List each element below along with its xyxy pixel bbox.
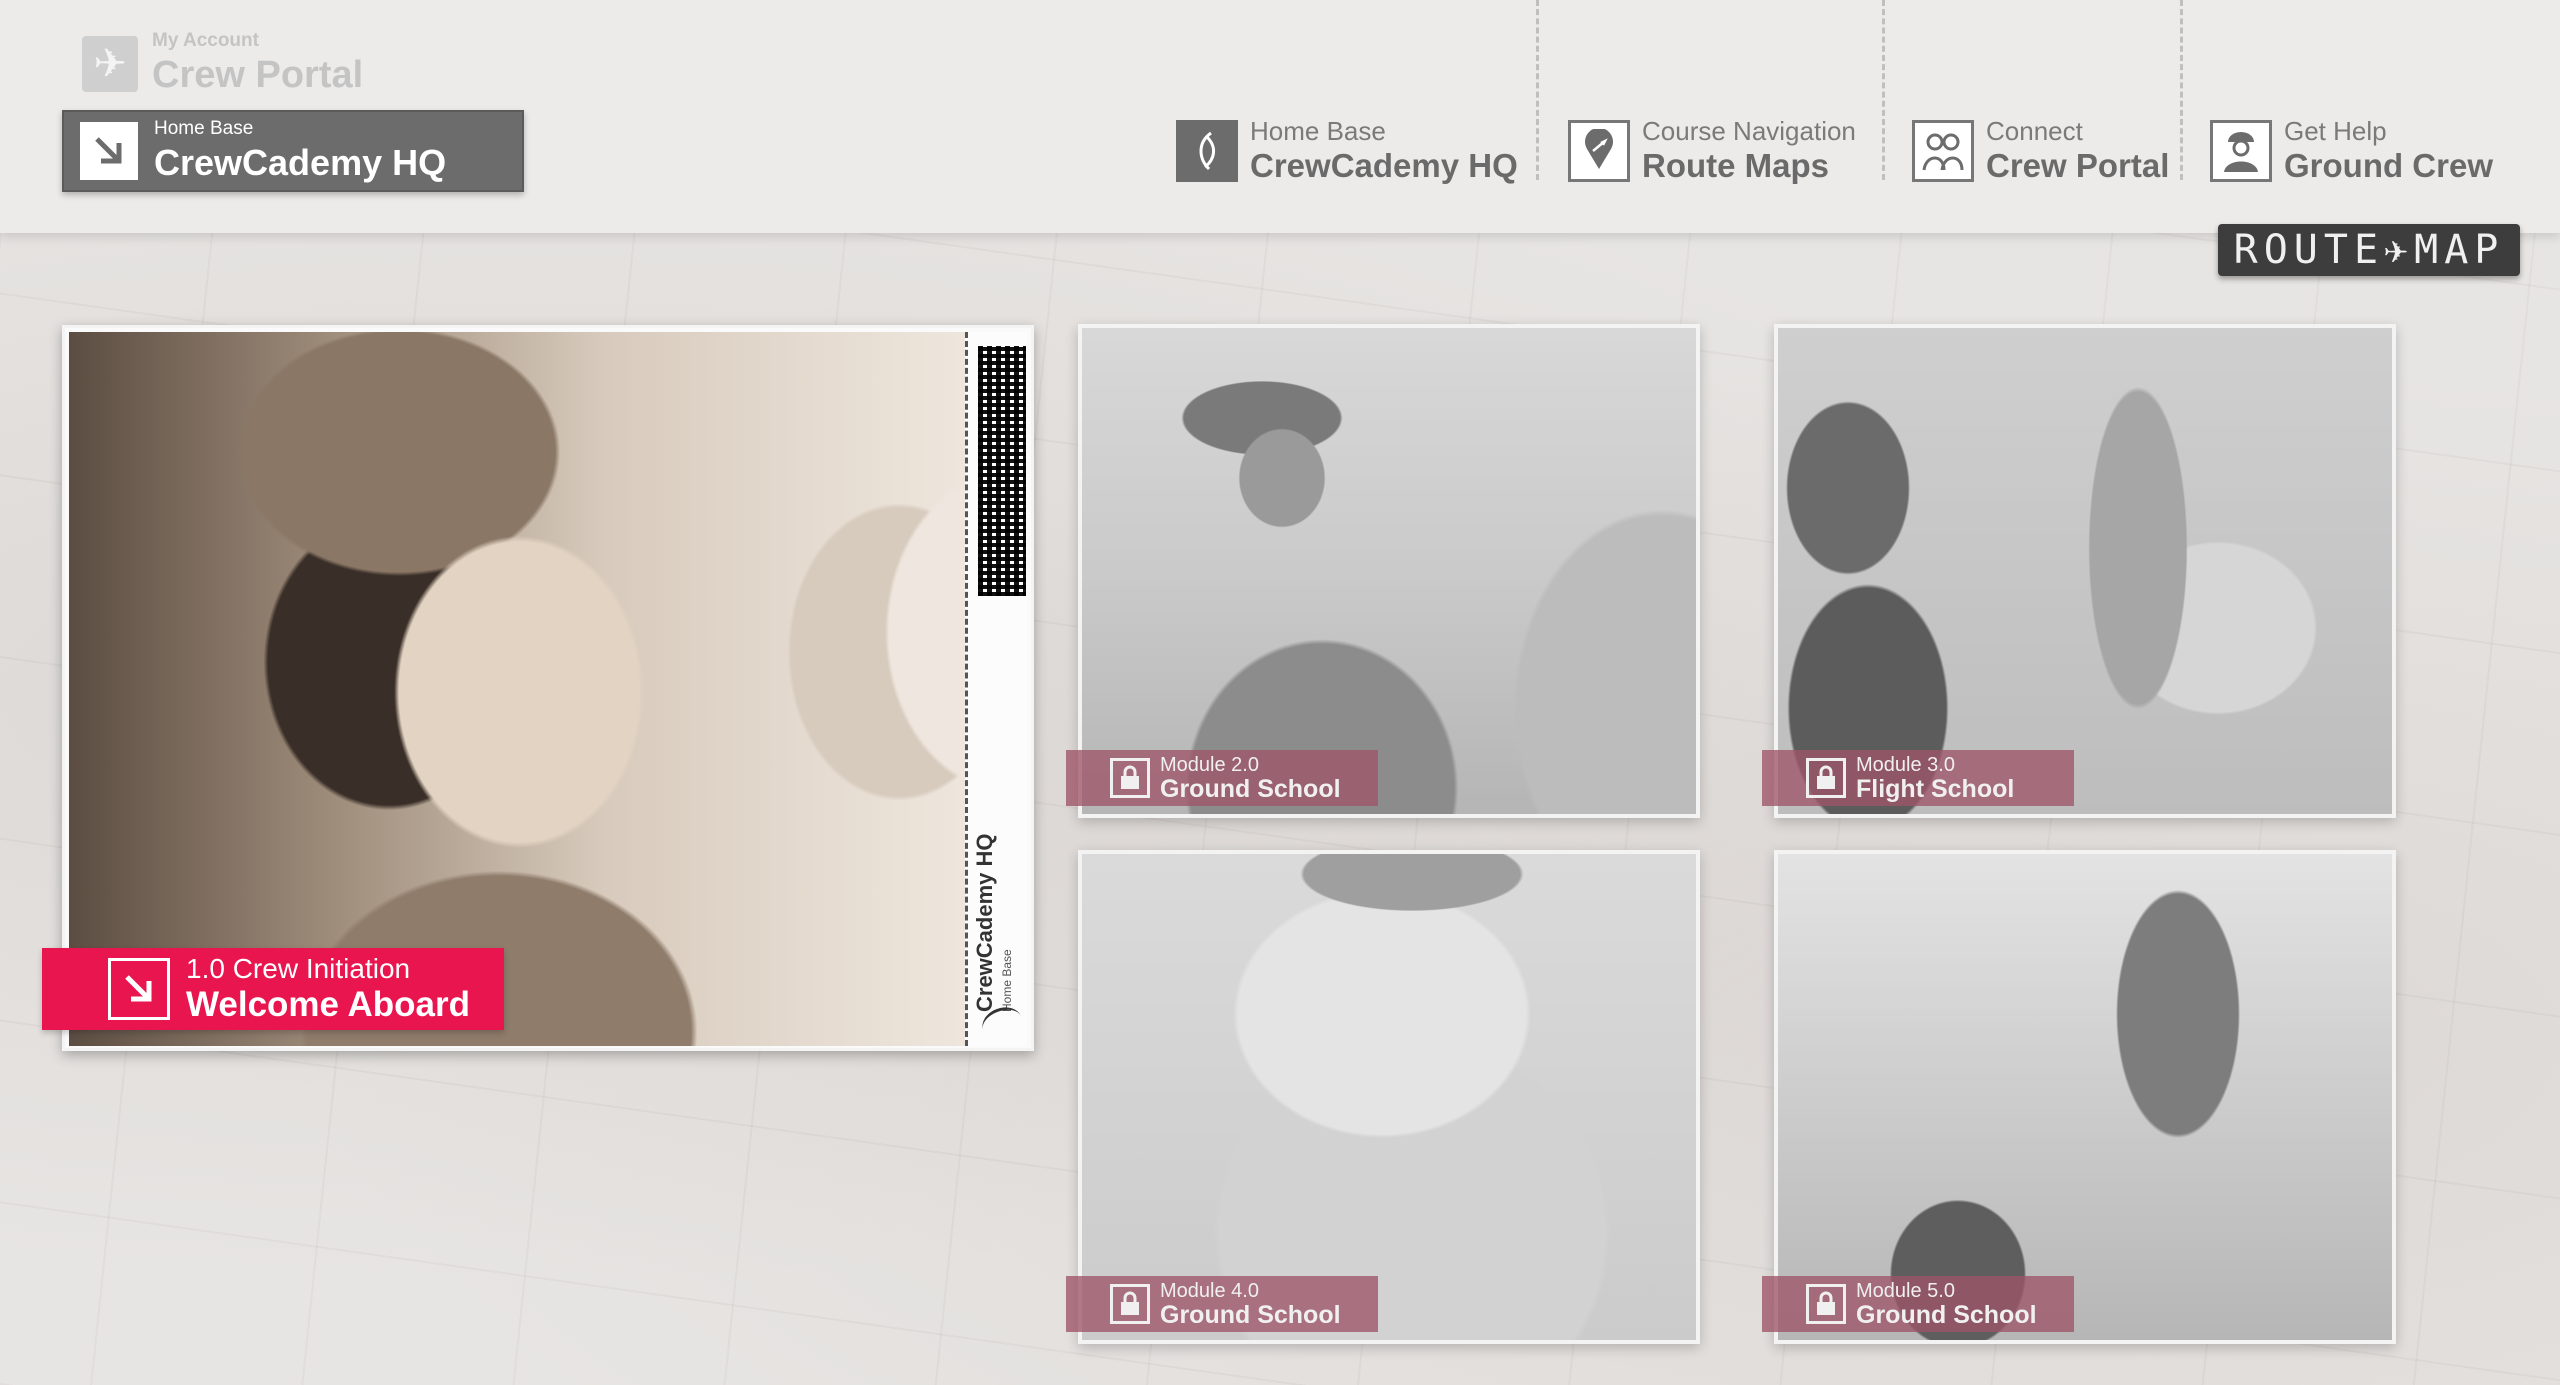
- wing-logo-icon: [1176, 119, 1238, 182]
- boarding-pass-stub: CrewCademy HQ Home Base: [965, 332, 1027, 1046]
- arrow-down-right-icon: [80, 122, 138, 180]
- nav-small: Connect: [1986, 116, 2083, 146]
- module-number: Module 2.0: [1160, 753, 1259, 776]
- account-label-big: Crew Portal: [152, 54, 364, 96]
- boarding-pass-card[interactable]: CrewCademy HQ Home Base: [62, 325, 1034, 1051]
- header: ✈ My Account Crew Portal Home Base CrewC…: [0, 0, 2560, 233]
- nav-small: Course Navigation: [1642, 116, 1856, 146]
- lock-icon: [1806, 758, 1846, 798]
- nav-ground-crew[interactable]: Get Help Ground Crew: [2210, 116, 2493, 185]
- nav-crew-portal[interactable]: Connect Crew Portal: [1912, 116, 2169, 185]
- module-label: Module 5.0 Ground School: [1762, 1276, 2074, 1332]
- crew-people-icon: [1912, 119, 1974, 182]
- lock-icon: [1110, 758, 1150, 798]
- module-photo: [1778, 854, 2392, 1340]
- nav-big: Route Maps: [1642, 147, 1830, 184]
- flight-attendant-photo: [69, 332, 965, 1046]
- module-title: Ground School: [1856, 1300, 2037, 1329]
- stub-text: CrewCademy HQ Home Base: [972, 792, 1032, 1012]
- map-pin-icon: [1568, 119, 1630, 182]
- lock-icon: [1806, 1284, 1846, 1324]
- nav-big: Crew Portal: [1986, 147, 2170, 184]
- stub-subtitle: Home Base: [1000, 949, 1014, 1012]
- nav-divider: [1882, 0, 1885, 180]
- module-photo: [1082, 328, 1696, 814]
- module-photo: [1082, 854, 1696, 1340]
- welcome-small: 1.0 Crew Initiation: [186, 953, 411, 984]
- stub-title: CrewCademy HQ: [972, 833, 997, 1012]
- account-label-small: My Account: [152, 30, 259, 51]
- nav-small: Home Base: [1250, 116, 1386, 146]
- module-title: Flight School: [1856, 774, 2015, 803]
- nav-small: Get Help: [2284, 116, 2387, 146]
- home-base-small: Home Base: [154, 118, 254, 139]
- module-label: Module 2.0 Ground School: [1066, 750, 1378, 806]
- module-number: Module 3.0: [1856, 753, 1955, 776]
- route-map-badge[interactable]: ROUTE✈MAP: [2218, 224, 2520, 276]
- module-title: Ground School: [1160, 1300, 1341, 1329]
- module-title: Ground School: [1160, 774, 1341, 803]
- nav-home-base[interactable]: Home Base CrewCademy HQ: [1176, 116, 1518, 185]
- home-base-button[interactable]: Home Base CrewCademy HQ: [62, 110, 524, 192]
- module-number: Module 4.0: [1160, 1279, 1259, 1302]
- nav-divider: [1536, 0, 1539, 180]
- module-tile-3[interactable]: Module 3.0 Flight School: [1762, 324, 2396, 818]
- welcome-big: Welcome Aboard: [186, 985, 470, 1024]
- module-tile-5[interactable]: Module 5.0 Ground School: [1762, 850, 2396, 1344]
- module-number: Module 5.0: [1856, 1279, 1955, 1302]
- module-tile-2[interactable]: Module 2.0 Ground School: [1066, 324, 1700, 818]
- nav-route-maps[interactable]: Course Navigation Route Maps: [1568, 116, 1856, 185]
- nav-big: CrewCademy HQ: [1250, 147, 1518, 184]
- lock-icon: [1110, 1284, 1150, 1324]
- qr-code-icon: [978, 346, 1026, 596]
- nav-big: Ground Crew: [2284, 147, 2494, 184]
- home-base-big: CrewCademy HQ: [154, 142, 447, 183]
- my-account-link[interactable]: ✈ My Account Crew Portal: [82, 30, 363, 97]
- module-label: Module 4.0 Ground School: [1066, 1276, 1378, 1332]
- ground-crew-icon: [2210, 119, 2272, 182]
- module-tile-4[interactable]: Module 4.0 Ground School: [1066, 850, 1700, 1344]
- welcome-aboard-button[interactable]: 1.0 Crew Initiation Welcome Aboard: [42, 948, 504, 1030]
- nav-divider: [2180, 0, 2183, 180]
- arrow-down-right-icon: [108, 958, 170, 1020]
- module-photo: [1778, 328, 2392, 814]
- module-label: Module 3.0 Flight School: [1762, 750, 2074, 806]
- plane-icon: ✈: [82, 35, 138, 92]
